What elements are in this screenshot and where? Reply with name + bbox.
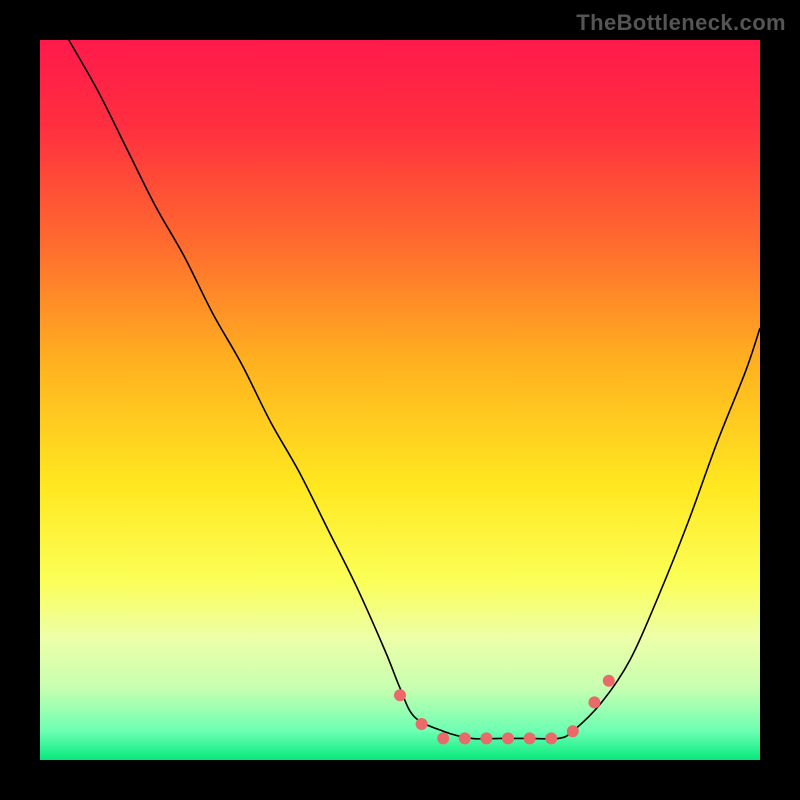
marker-dot [567,725,579,737]
marker-dot [545,732,557,744]
gradient-background [40,40,760,760]
marker-dot [603,675,615,687]
bottleneck-chart [40,40,760,760]
marker-dot [459,732,471,744]
marker-dot [588,696,600,708]
marker-dot [502,732,514,744]
marker-dot [416,718,428,730]
marker-dot [524,732,536,744]
marker-dot [480,732,492,744]
chart-frame [40,40,760,760]
watermark-text: TheBottleneck.com [576,10,786,36]
marker-dot [394,689,406,701]
marker-dot [437,732,449,744]
